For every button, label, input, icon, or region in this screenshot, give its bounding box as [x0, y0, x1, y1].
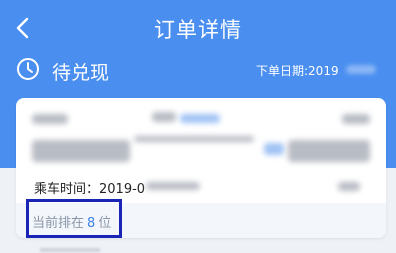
redacted-seat-info	[338, 182, 360, 191]
redacted-arrival-station	[342, 114, 370, 124]
redacted-train-link	[180, 114, 220, 123]
highlight-box	[26, 199, 122, 238]
redacted-arrival-time	[288, 140, 370, 162]
redacted-train-number	[152, 112, 176, 122]
redacted-departure-time	[32, 140, 130, 162]
redacted-ride-time	[146, 182, 200, 190]
ride-time: 乘车时间：2019-0	[34, 182, 146, 197]
redacted-next-section	[40, 248, 100, 252]
clock-icon	[17, 58, 39, 80]
redacted-departure-station	[32, 114, 68, 124]
redacted-date	[346, 65, 376, 74]
redacted-duration-line	[134, 136, 254, 142]
order-status: 待兑现	[52, 62, 110, 84]
page-title: 订单详情	[154, 18, 242, 42]
order-date: 下单日期:2019	[256, 64, 339, 78]
redacted-next-day-tag	[264, 143, 284, 155]
